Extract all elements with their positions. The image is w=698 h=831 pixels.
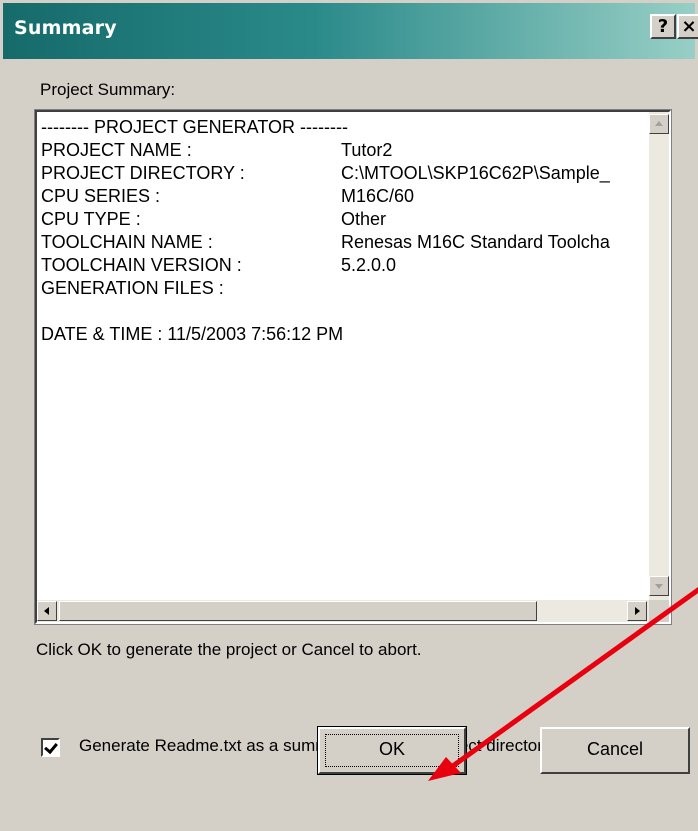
- arrow-right-icon: [635, 607, 640, 615]
- ok-button-label: OK: [378, 739, 405, 759]
- summary-line: DATE & TIME : 11/5/2003 7:56:12 PM: [41, 323, 651, 346]
- summary-text-content: -------- PROJECT GENERATOR -------- PROJE…: [41, 116, 651, 592]
- scroll-up-button[interactable]: [649, 114, 669, 134]
- summary-line-value: Other: [341, 209, 387, 229]
- summary-line-key: -------- PROJECT GENERATOR --------: [41, 117, 348, 137]
- summary-line-value: C:\MTOOL\SKP16C62P\Sample_: [341, 163, 610, 183]
- arrow-up-icon: [655, 121, 663, 126]
- summary-line-key: TOOLCHAIN NAME :: [41, 232, 213, 252]
- summary-line-key: TOOLCHAIN VERSION :: [41, 255, 242, 275]
- scrollbar-corner: [649, 600, 669, 622]
- summary-line: TOOLCHAIN VERSION : 5.2.0.0: [41, 254, 651, 277]
- window-title: Summary: [14, 17, 117, 39]
- summary-line-key: DATE & TIME : 11/5/2003 7:56:12 PM: [41, 324, 344, 344]
- readme-checkbox-label[interactable]: Generate Readme.txt as a summary file in…: [79, 736, 551, 756]
- checkmark-icon: [44, 739, 58, 755]
- scroll-down-button[interactable]: [649, 576, 669, 596]
- summary-text-box[interactable]: -------- PROJECT GENERATOR -------- PROJE…: [34, 109, 672, 625]
- scroll-right-button[interactable]: [627, 601, 647, 621]
- summary-line: GENERATION FILES :: [41, 277, 651, 300]
- summary-line: CPU SERIES : M16C/60: [41, 185, 651, 208]
- summary-line-key: PROJECT NAME :: [41, 140, 192, 160]
- instruction-text: Click OK to generate the project or Canc…: [36, 640, 422, 659]
- summary-line: [41, 300, 651, 323]
- summary-line-value: 5.2.0.0: [341, 255, 397, 275]
- horizontal-scroll-thumb[interactable]: [59, 601, 537, 621]
- summary-line-value: Tutor2: [341, 140, 393, 160]
- summary-line: PROJECT DIRECTORY : C:\MTOOL\SKP16C62P\Sa…: [41, 162, 651, 185]
- summary-line-key: GENERATION FILES :: [41, 278, 224, 298]
- cancel-button[interactable]: Cancel: [540, 727, 690, 774]
- summary-line-key: CPU SERIES :: [41, 186, 161, 206]
- title-bar[interactable]: Summary ? ×: [3, 3, 698, 59]
- arrow-left-icon: [44, 607, 49, 615]
- summary-line-value: Renesas M16C Standard Toolcha: [341, 232, 610, 252]
- summary-line-value: M16C/60: [341, 186, 415, 206]
- summary-line: PROJECT NAME : Tutor2: [41, 139, 651, 162]
- summary-line: -------- PROJECT GENERATOR --------: [41, 116, 651, 139]
- readme-checkbox[interactable]: [41, 738, 60, 757]
- summary-line: CPU TYPE : Other: [41, 208, 651, 231]
- close-button[interactable]: ×: [677, 14, 698, 39]
- arrow-down-icon: [655, 584, 663, 589]
- summary-dialog: Summary ? × Project Summary: -------- PR…: [0, 0, 698, 831]
- horizontal-scrollbar[interactable]: [37, 600, 649, 622]
- summary-line-key: PROJECT DIRECTORY :: [41, 163, 245, 183]
- scroll-left-button[interactable]: [37, 601, 57, 621]
- summary-line: TOOLCHAIN NAME : Renesas M16C Standard To…: [41, 231, 651, 254]
- help-button[interactable]: ?: [650, 14, 676, 39]
- ok-button[interactable]: OK: [317, 726, 467, 775]
- vertical-scrollbar[interactable]: [649, 112, 669, 600]
- summary-line-key: CPU TYPE :: [41, 209, 141, 229]
- project-summary-label: Project Summary:: [40, 80, 176, 99]
